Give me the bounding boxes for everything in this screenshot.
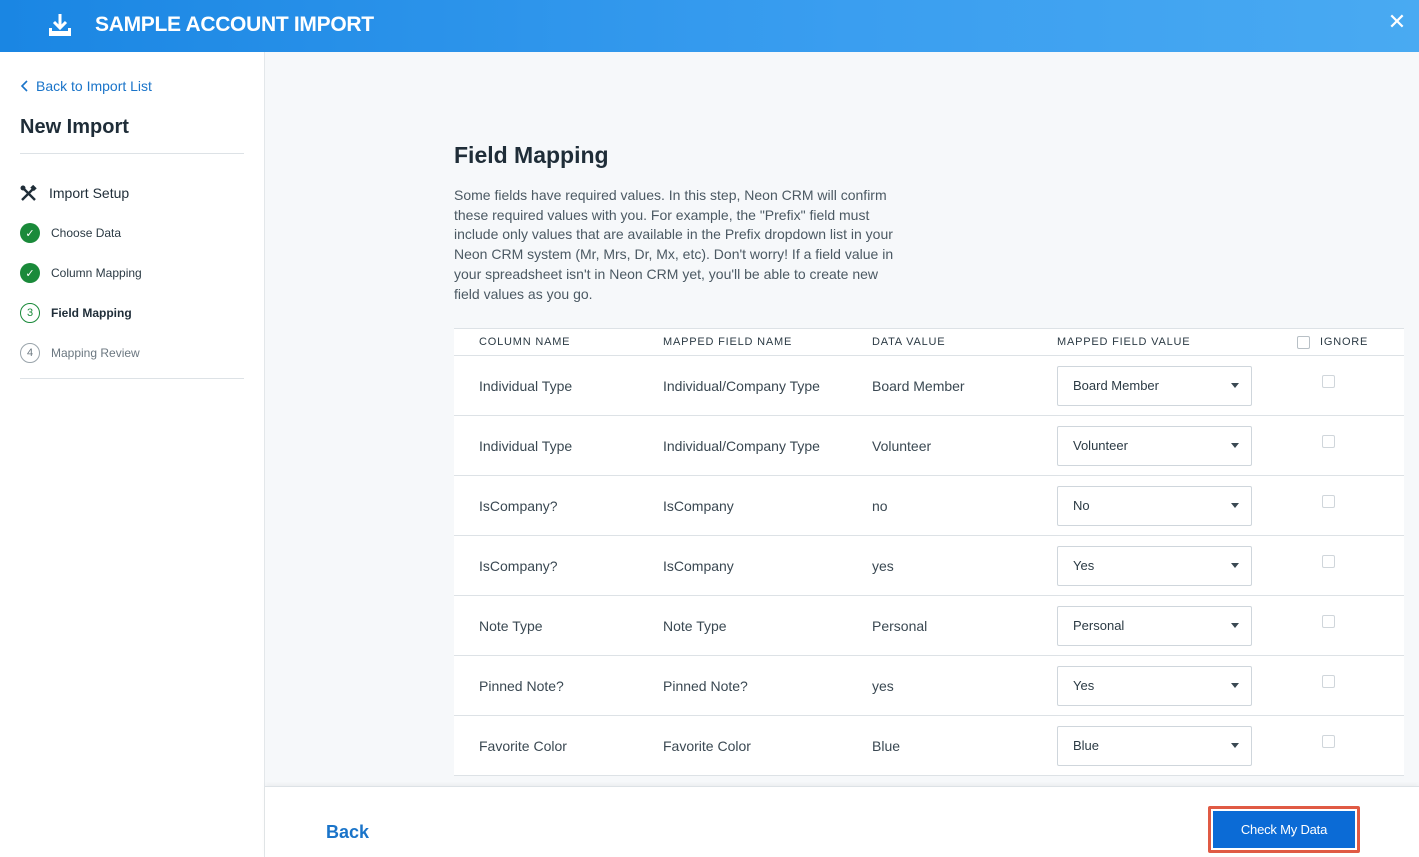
cell-data-value: Volunteer	[872, 437, 932, 454]
step-choose-data[interactable]: ✓ Choose Data	[20, 213, 244, 253]
caret-down-icon	[1231, 683, 1239, 688]
cell-mapped-field-name: Favorite Color	[663, 737, 751, 754]
cell-column-name: Pinned Note?	[479, 677, 564, 694]
caret-down-icon	[1231, 743, 1239, 748]
caret-down-icon	[1231, 563, 1239, 568]
step-list: Import Setup ✓ Choose Data ✓ Column Mapp…	[20, 180, 244, 373]
app-title: SAMPLE ACCOUNT IMPORT	[95, 13, 374, 36]
step-mapping-review[interactable]: 4 Mapping Review	[20, 333, 244, 373]
select-value: Yes	[1073, 558, 1095, 573]
mapped-value-select[interactable]: Yes	[1057, 665, 1252, 706]
ignore-checkbox[interactable]	[1321, 555, 1335, 568]
step-section-header: Import Setup	[20, 180, 244, 206]
cell-mapped-field-name: IsCompany	[663, 557, 734, 574]
back-to-import-list-link[interactable]: Back to Import List	[20, 78, 152, 94]
table-row: IsCompany? IsCompany no No	[454, 476, 1404, 536]
caret-down-icon	[1231, 443, 1239, 448]
sidebar: Back to Import List New Import Import Se…	[0, 52, 265, 857]
cell-data-value: Personal	[872, 617, 928, 634]
mapped-value-select[interactable]: Volunteer	[1057, 425, 1252, 466]
cell-data-value: Blue	[872, 737, 901, 754]
mapped-value-select[interactable]: Personal	[1057, 605, 1252, 646]
select-value: No	[1073, 498, 1090, 513]
select-value: Yes	[1073, 678, 1095, 693]
select-value: Personal	[1073, 618, 1125, 633]
check-circle-icon: ✓	[20, 223, 40, 243]
step-section-label: Import Setup	[49, 185, 130, 201]
ignore-all-checkbox[interactable]	[1297, 335, 1310, 349]
check-my-data-button[interactable]: Check My Data	[1213, 811, 1355, 848]
header-ignore-label: IGNORE	[1320, 336, 1369, 348]
select-value: Board Member	[1073, 378, 1159, 393]
check-my-data-highlight: Check My Data	[1208, 806, 1360, 853]
mapped-value-select[interactable]: Yes	[1057, 545, 1252, 586]
cell-column-name: Individual Type	[479, 437, 573, 454]
cell-mapped-field-name: Note Type	[663, 617, 727, 634]
step-label: Choose Data	[51, 226, 122, 240]
cell-column-name: IsCompany?	[479, 497, 558, 514]
caret-down-icon	[1231, 383, 1239, 388]
header-ignore: IGNORE	[1277, 335, 1404, 349]
select-value: Blue	[1073, 738, 1100, 753]
download-icon	[49, 14, 71, 36]
cell-data-value: yes	[872, 557, 894, 574]
header-bar: SAMPLE ACCOUNT IMPORT ✕	[0, 0, 1419, 52]
step-label: Mapping Review	[51, 346, 140, 360]
caret-down-icon	[1231, 623, 1239, 628]
caret-down-icon	[1231, 503, 1239, 508]
cell-column-name: Note Type	[479, 617, 543, 634]
table-header: COLUMN NAME MAPPED FIELD NAME DATA VALUE…	[454, 329, 1404, 356]
back-button[interactable]: Back	[326, 822, 369, 843]
page-heading: New Import	[20, 116, 129, 138]
cell-mapped-field-name: IsCompany	[663, 497, 734, 514]
step-number-badge: 3	[20, 303, 40, 323]
section-title: Field Mapping	[454, 142, 609, 168]
header-column-name: COLUMN NAME	[479, 336, 571, 348]
step-number-badge: 4	[20, 343, 40, 363]
ignore-checkbox[interactable]	[1321, 375, 1335, 388]
divider	[20, 378, 244, 379]
step-column-mapping[interactable]: ✓ Column Mapping	[20, 253, 244, 293]
footer-bar: Back Check My Data	[265, 786, 1419, 857]
cell-data-value: no	[872, 497, 888, 514]
cell-data-value: Board Member	[872, 377, 965, 394]
step-label: Column Mapping	[51, 266, 142, 280]
ignore-checkbox[interactable]	[1321, 615, 1335, 628]
mapped-value-select[interactable]: Board Member	[1057, 365, 1252, 406]
header-mapped-field-name: MAPPED FIELD NAME	[663, 336, 793, 348]
back-link-label: Back to Import List	[36, 78, 152, 94]
tools-icon	[20, 184, 37, 201]
step-field-mapping[interactable]: 3 Field Mapping	[20, 293, 244, 333]
ignore-checkbox[interactable]	[1321, 735, 1335, 748]
header-data-value: DATA VALUE	[872, 336, 946, 348]
ignore-checkbox[interactable]	[1321, 435, 1335, 448]
ignore-checkbox[interactable]	[1321, 495, 1335, 508]
mapped-value-select[interactable]: Blue	[1057, 725, 1252, 766]
check-circle-icon: ✓	[20, 263, 40, 283]
table-row: IsCompany? IsCompany yes Yes	[454, 536, 1404, 596]
table-row: Pinned Note? Pinned Note? yes Yes	[454, 656, 1404, 716]
table-row: Favorite Color Favorite Color Blue Blue	[454, 716, 1404, 776]
cell-column-name: IsCompany?	[479, 557, 558, 574]
close-icon[interactable]: ✕	[1387, 11, 1407, 33]
mapped-value-select[interactable]: No	[1057, 485, 1252, 526]
cell-mapped-field-name: Pinned Note?	[663, 677, 748, 694]
ignore-checkbox[interactable]	[1321, 675, 1335, 688]
cell-mapped-field-name: Individual/Company Type	[663, 377, 820, 394]
main-content: Field Mapping Some fields have required …	[265, 52, 1419, 787]
cell-column-name: Individual Type	[479, 377, 573, 394]
header-mapped-field-value: MAPPED FIELD VALUE	[1057, 336, 1191, 348]
select-value: Volunteer	[1073, 438, 1128, 453]
table-row: Individual Type Individual/Company Type …	[454, 416, 1404, 476]
step-label: Field Mapping	[51, 306, 132, 320]
chevron-left-icon	[20, 80, 28, 92]
table-row: Individual Type Individual/Company Type …	[454, 356, 1404, 416]
table-row: Note Type Note Type Personal Personal	[454, 596, 1404, 656]
cell-column-name: Favorite Color	[479, 737, 567, 754]
cell-mapped-field-name: Individual/Company Type	[663, 437, 820, 454]
field-mapping-table: COLUMN NAME MAPPED FIELD NAME DATA VALUE…	[454, 328, 1404, 776]
divider	[20, 153, 244, 154]
cell-data-value: yes	[872, 677, 894, 694]
section-description: Some fields have required values. In thi…	[454, 187, 894, 302]
